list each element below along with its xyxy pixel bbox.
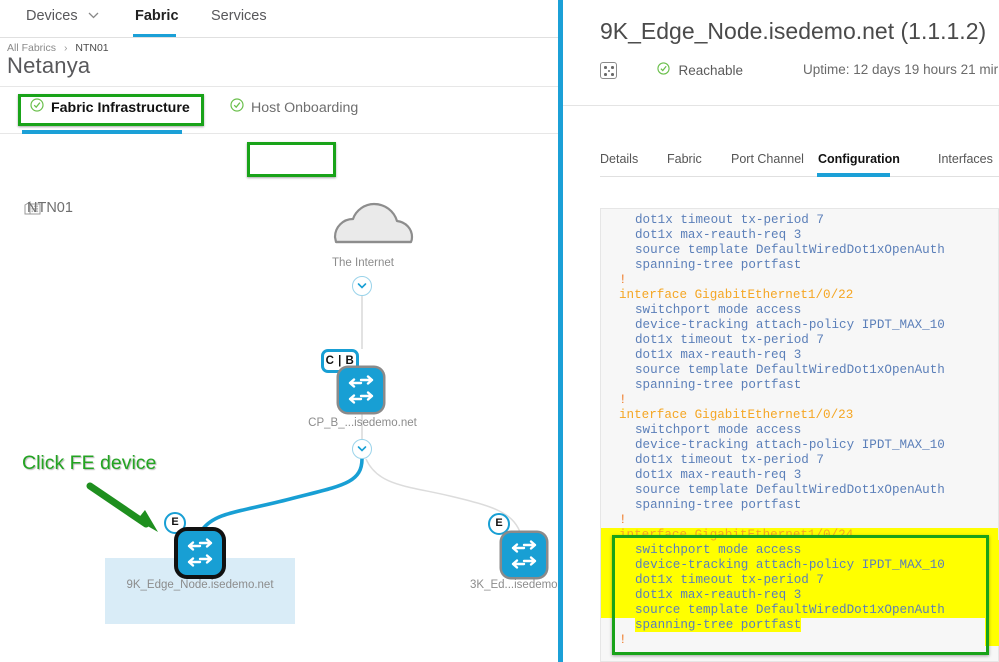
cloud-icon xyxy=(333,202,414,244)
switch-icon xyxy=(511,540,537,569)
nav-item-fabric[interactable]: Fabric xyxy=(135,8,179,24)
config-line: device-tracking attach-policy IPDT_MAX_1… xyxy=(601,558,998,573)
switch-icon xyxy=(187,538,213,567)
tab-host-onboarding[interactable]: Host Onboarding xyxy=(230,98,358,116)
app-root: Devices Fabric Services All Fabrics › NT… xyxy=(0,0,999,662)
config-line: dot1x max-reauth-req 3 xyxy=(635,468,802,482)
annotation-box-fabric-infrastructure xyxy=(18,94,204,126)
highlight-overflow xyxy=(985,540,999,646)
tab-interfaces[interactable]: Interfaces xyxy=(938,152,993,166)
nav-item-devices[interactable]: Devices xyxy=(26,8,99,24)
config-line: device-tracking attach-policy IPDT_MAX_1… xyxy=(635,318,945,332)
device-grid-icon[interactable] xyxy=(600,62,617,79)
device-uptime: Uptime: 12 days 19 hours 21 mir xyxy=(803,62,999,77)
tabs-divider xyxy=(600,176,999,177)
right-pane-device-details: 9K_Edge_Node.isedemo.net (1.1.1.2) Reach… xyxy=(563,0,999,662)
tab-fabric[interactable]: Fabric xyxy=(667,152,702,166)
topology-node-9k-edge[interactable] xyxy=(178,531,222,575)
config-line: dot1x max-reauth-req 3 xyxy=(601,588,998,603)
config-line: source template DefaultWiredDot1xOpenAut… xyxy=(635,363,945,377)
topology-node-cpb[interactable] xyxy=(339,368,383,412)
config-line: dot1x timeout tx-period 7 xyxy=(635,213,824,227)
annotation-click-fe-device: Click FE device xyxy=(22,452,157,474)
topology-node-label-cpb: CP_B_...isedemo.net xyxy=(308,417,417,429)
config-line: source template DefaultWiredDot1xOpenAut… xyxy=(635,243,945,257)
switch-icon xyxy=(348,375,374,404)
topology-node-label-9k: 9K_Edge_Node.isedemo.net xyxy=(126,579,274,591)
configuration-text: dot1x timeout tx-period 7 dot1x max-reaut… xyxy=(601,213,998,648)
config-line: dot1x timeout tx-period 7 xyxy=(635,453,824,467)
topology-node-label-internet: The Internet xyxy=(331,257,394,269)
annotation-box-configuration-tab xyxy=(247,142,336,177)
expand-chevron-icon-internet[interactable] xyxy=(352,276,372,296)
chevron-down-icon xyxy=(88,7,99,23)
config-line: spanning-tree portfast xyxy=(635,378,802,392)
config-line: interface GigabitEthernet1/0/24 xyxy=(601,528,998,543)
device-title: 9K_Edge_Node.isedemo.net (1.1.1.2) xyxy=(600,18,987,44)
config-line: switchport mode access xyxy=(601,543,998,558)
config-line: dot1x timeout tx-period 7 xyxy=(635,333,824,347)
nav-active-underline xyxy=(133,34,176,37)
config-line: dot1x max-reauth-req 3 xyxy=(635,348,802,362)
config-line: ! xyxy=(619,633,627,647)
top-navigation-bar: Devices Fabric Services xyxy=(0,0,558,38)
config-line: ! xyxy=(619,513,627,527)
config-line: dot1x timeout tx-period 7 xyxy=(601,573,998,588)
config-line: source template DefaultWiredDot1xOpenAut… xyxy=(635,483,945,497)
status-label: Reachable xyxy=(678,63,744,78)
page-title: Netanya xyxy=(7,53,91,78)
config-line: switchport mode access xyxy=(635,423,802,437)
check-circle-icon xyxy=(657,62,673,78)
topology-node-label-3k: 3K_Ed...isedemo xyxy=(470,579,558,591)
configuration-viewer[interactable]: dot1x timeout tx-period 7 dot1x max-reaut… xyxy=(600,208,999,662)
tab-port-channel[interactable]: Port Channel xyxy=(731,152,804,166)
config-line: device-tracking attach-policy IPDT_MAX_1… xyxy=(635,438,945,452)
nav-item-services[interactable]: Services xyxy=(211,8,267,24)
tab-active-underline xyxy=(817,173,890,177)
tab-configuration[interactable]: Configuration xyxy=(818,152,900,166)
topology-node-3k-edge[interactable] xyxy=(502,533,546,577)
config-line: switchport mode access xyxy=(635,303,802,317)
status-badge-reachable: Reachable xyxy=(657,62,743,78)
expand-chevron-icon-cpb[interactable] xyxy=(352,439,372,459)
config-line: dot1x max-reauth-req 3 xyxy=(635,228,802,242)
left-pane: Devices Fabric Services All Fabrics › NT… xyxy=(0,0,558,662)
config-line: interface GigabitEthernet1/0/22 xyxy=(619,288,854,302)
nav-item-devices-label: Devices xyxy=(26,8,78,24)
device-detail-tabs: Details Fabric Port Channel Configuratio… xyxy=(563,145,999,179)
config-line: ! xyxy=(619,393,627,407)
node-badge-edge-3k: E xyxy=(488,513,510,535)
tab-details[interactable]: Details xyxy=(600,152,638,166)
topology-canvas[interactable]: NTN01 The Internet C | B CP_B_...isedemo… xyxy=(0,134,558,662)
config-line: ! xyxy=(619,273,627,287)
check-circle-icon xyxy=(230,98,244,115)
config-line: spanning-tree portfast xyxy=(635,498,802,512)
config-line: interface GigabitEthernet1/0/23 xyxy=(619,408,854,422)
tab-host-onboarding-label: Host Onboarding xyxy=(251,100,359,116)
config-line: spanning-tree portfast xyxy=(635,258,802,272)
header-divider xyxy=(563,105,999,106)
config-line: source template DefaultWiredDot1xOpenAut… xyxy=(601,603,998,618)
breadcrumb-bar: All Fabrics › NTN01 Netanya xyxy=(0,38,558,87)
config-line: spanning-tree portfast xyxy=(635,618,802,632)
